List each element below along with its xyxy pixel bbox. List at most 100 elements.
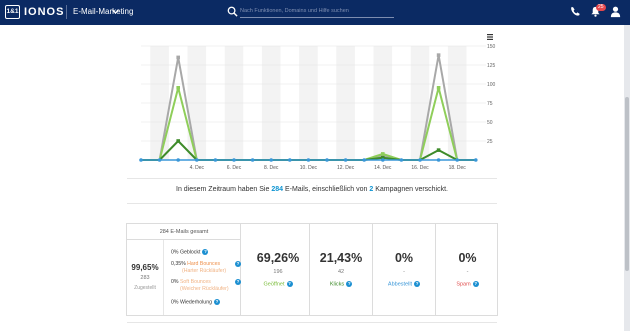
top-bar: 1&1 IONOS E-Mail-Marketing 25 bbox=[0, 0, 630, 25]
spam-count: - bbox=[466, 269, 469, 275]
user-icon[interactable] bbox=[609, 5, 622, 18]
data-point bbox=[325, 158, 329, 162]
data-point bbox=[343, 158, 348, 162]
notification-badge: 25 bbox=[596, 4, 606, 11]
unsubscribed-stat: 0% - Abbestellt? bbox=[373, 224, 436, 315]
data-point bbox=[381, 158, 385, 162]
clicks-percent: 21,43% bbox=[319, 251, 363, 265]
data-point bbox=[418, 158, 422, 162]
help-icon[interactable]: ? bbox=[202, 249, 209, 255]
soft-bounces-label: Soft Bounces bbox=[179, 279, 211, 285]
spam-stat: 0% - Spam? bbox=[436, 224, 499, 315]
blocked-percent: 0% bbox=[171, 249, 179, 256]
clicks-count: 42 bbox=[337, 269, 345, 275]
x-tick-label: 18. Dec bbox=[449, 165, 467, 171]
data-point bbox=[399, 158, 404, 162]
opened-count: 196 bbox=[273, 269, 283, 275]
opened-label: Geöffnet bbox=[263, 281, 285, 288]
y-tick-label: 25 bbox=[487, 139, 493, 145]
data-point bbox=[436, 148, 441, 152]
data-point bbox=[436, 53, 441, 57]
hard-bounces-label: Hard Bounces bbox=[187, 261, 221, 267]
y-tick-label: 50 bbox=[487, 120, 493, 126]
help-icon[interactable]: ? bbox=[235, 279, 241, 285]
spam-percent: 0% bbox=[458, 251, 477, 265]
delivery-stats: 284 E-Mails gesamt 99,65% 283 Zugestellt… bbox=[127, 224, 241, 315]
data-point bbox=[381, 152, 385, 156]
data-point bbox=[176, 55, 180, 60]
x-tick-label: 16. Dec bbox=[411, 165, 429, 171]
logo-divider bbox=[66, 5, 67, 19]
data-point bbox=[474, 158, 478, 162]
help-icon[interactable]: ? bbox=[213, 299, 220, 305]
unsubscribed-label: Abbestellt bbox=[387, 281, 413, 288]
data-point bbox=[455, 158, 460, 162]
x-tick-label: 6. Dec bbox=[227, 165, 242, 171]
divider bbox=[163, 240, 164, 315]
hard-bounces-row: 0,35% Hard Bounces (Harter Rückläufer) bbox=[171, 261, 226, 274]
logo-text[interactable]: IONOS bbox=[24, 5, 64, 19]
search-input[interactable] bbox=[240, 5, 394, 18]
opened-stat: 69,26% 196 Geöffnet? bbox=[247, 224, 310, 315]
y-tick-label: 75 bbox=[487, 101, 493, 107]
divider bbox=[127, 322, 497, 323]
y-tick-label: 100 bbox=[487, 82, 496, 88]
app-title[interactable]: E-Mail-Marketing bbox=[73, 6, 133, 18]
stats-panel: 284 E-Mails gesamt 99,65% 283 Zugestellt… bbox=[126, 223, 498, 316]
data-point bbox=[232, 158, 236, 162]
help-icon[interactable]: ? bbox=[235, 261, 241, 267]
x-tick-label: 4. Dec bbox=[190, 165, 205, 171]
x-tick-label: 8. Dec bbox=[264, 165, 279, 171]
soft-bounces-row: 0% Soft Bounces (Weicher Rückläufer) bbox=[171, 279, 229, 292]
clicks-stat: 21,43% 42 Klicks? bbox=[310, 224, 373, 315]
main-content: 25 50 75 100 125 150 4. Dec 6. Dec 8. Dec 10. Dec… bbox=[0, 25, 624, 331]
spam-label-wrap: Spam? bbox=[436, 281, 499, 287]
data-point bbox=[157, 158, 162, 162]
divider bbox=[127, 203, 497, 204]
data-point bbox=[306, 158, 311, 162]
data-point bbox=[250, 158, 255, 162]
blocked-row: 0% Geblockt? bbox=[171, 249, 209, 256]
data-point bbox=[436, 158, 441, 162]
data-point bbox=[269, 158, 274, 162]
help-icon[interactable]: ? bbox=[414, 281, 421, 287]
chevron-down-icon[interactable] bbox=[111, 7, 120, 16]
unsubscribed-count: - bbox=[403, 269, 405, 275]
help-icon[interactable]: ? bbox=[286, 281, 293, 287]
data-point bbox=[139, 158, 143, 162]
hard-bounces-sublabel: (Harter Rückläufer) bbox=[182, 267, 227, 274]
opened-percent: 69,26% bbox=[256, 251, 300, 265]
summary-text: In diesem Zeitraum haben Sie 284 E-Mails… bbox=[0, 186, 624, 193]
help-icon[interactable]: ? bbox=[472, 281, 479, 287]
unsubscribed-label-wrap: Abbestellt? bbox=[373, 281, 435, 287]
search-icon[interactable] bbox=[227, 6, 238, 17]
data-point bbox=[288, 158, 292, 162]
data-point bbox=[176, 158, 180, 162]
data-point bbox=[362, 158, 367, 162]
help-icon[interactable]: ? bbox=[346, 281, 353, 287]
repeat-percent: 0% bbox=[171, 299, 179, 306]
chart-menu-icon[interactable] bbox=[487, 34, 493, 40]
x-tick-label: 14. Dec bbox=[374, 165, 392, 171]
summary-suffix: Kampagnen verschickt. bbox=[373, 186, 448, 193]
data-point bbox=[436, 86, 441, 90]
soft-bounces-sublabel: (Weicher Rückläufer) bbox=[180, 285, 229, 292]
logo-mark[interactable]: 1&1 bbox=[5, 5, 20, 19]
summary-count: 284 bbox=[271, 186, 284, 193]
scrollbar-thumb[interactable] bbox=[625, 97, 629, 271]
summary-prefix: In diesem Zeitraum haben Sie bbox=[176, 186, 272, 193]
y-tick-label: 125 bbox=[487, 63, 496, 69]
email-activity-chart: 25 50 75 100 125 150 4. Dec 6. Dec 8. Dec 10. Dec… bbox=[139, 34, 496, 171]
divider bbox=[127, 178, 497, 179]
data-point bbox=[176, 86, 180, 90]
data-point bbox=[176, 139, 180, 143]
hard-bounces-percent: 0,35% bbox=[171, 261, 186, 267]
repeat-row: 0% Wiederholung? bbox=[171, 299, 220, 306]
blocked-label: Geblockt bbox=[179, 249, 201, 256]
clicks-label-wrap: Klicks? bbox=[310, 281, 372, 287]
spam-label: Spam bbox=[456, 281, 471, 288]
phone-icon[interactable] bbox=[569, 5, 582, 18]
x-tick-label: 12. Dec bbox=[337, 165, 355, 171]
total-emails-header: 284 E-Mails gesamt bbox=[127, 224, 241, 240]
opened-label-wrap: Geöffnet? bbox=[247, 281, 309, 287]
